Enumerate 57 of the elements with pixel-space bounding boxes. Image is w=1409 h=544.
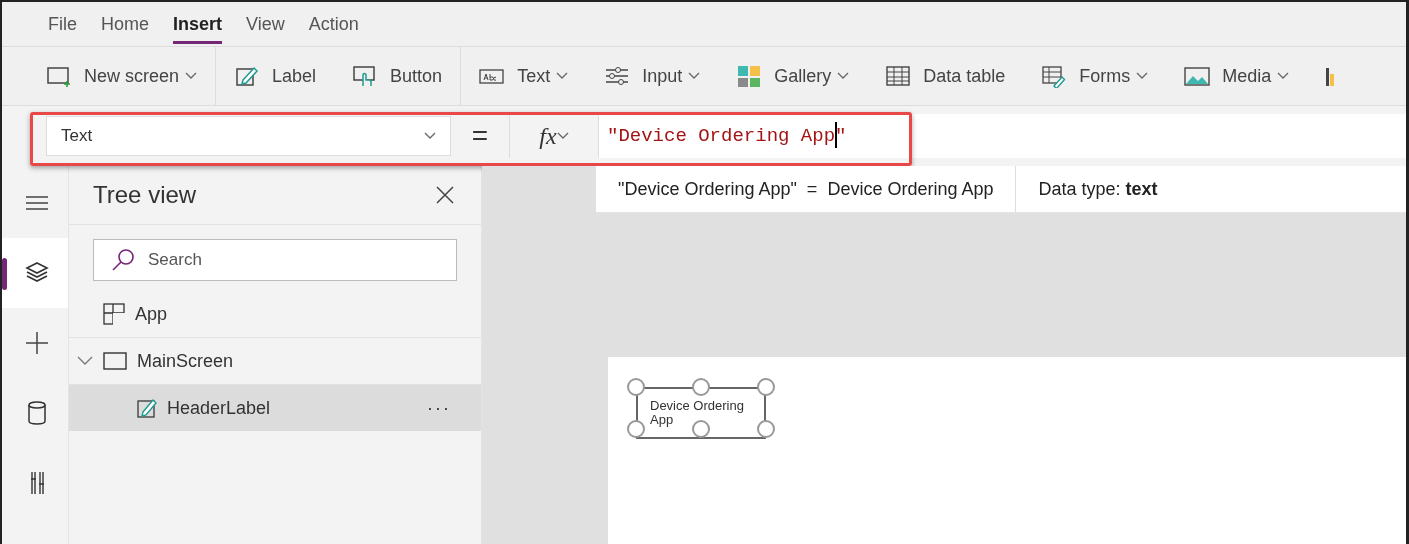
chevron-down-icon[interactable] <box>77 356 93 366</box>
form-edit-icon <box>1041 64 1068 88</box>
menu-tab[interactable]: File <box>48 14 77 44</box>
search-field[interactable]: Search <box>93 239 457 281</box>
pencil-icon <box>137 398 157 418</box>
menu-tab[interactable]: Action <box>308 14 359 44</box>
formula-result: "Device Ordering App" = Device Ordering App <box>596 166 1017 212</box>
app-layout-icon <box>103 303 125 325</box>
chevron-down-icon <box>688 72 701 80</box>
gallery-tiles-icon <box>736 64 763 88</box>
chevron-down-icon <box>1136 72 1149 80</box>
pane-title: Tree view <box>93 181 197 209</box>
resize-handle[interactable] <box>692 420 710 438</box>
tree-item[interactable]: App <box>69 291 481 338</box>
toolbar-button[interactable]: Forms <box>1023 55 1167 97</box>
table-icon <box>885 64 912 88</box>
tree-item-label: MainScreen <box>137 350 234 372</box>
toolbar-button[interactable]: Label <box>216 55 335 97</box>
label-text: Device Ordering App <box>650 399 745 427</box>
resize-handle[interactable] <box>757 420 775 438</box>
pencil-icon <box>234 64 261 88</box>
new-screen-icon <box>46 64 72 88</box>
resize-handle[interactable] <box>757 378 775 396</box>
menu-tab[interactable]: View <box>246 14 285 44</box>
toolbar-button[interactable]: Media <box>1166 55 1308 97</box>
resize-handle[interactable] <box>692 378 710 396</box>
toolbar-button[interactable]: New screen <box>28 55 216 97</box>
resize-handle[interactable] <box>627 378 645 396</box>
toolbar-button[interactable]: Input <box>586 55 719 97</box>
chevron-down-icon <box>185 72 198 80</box>
resize-handle[interactable] <box>627 420 645 438</box>
sliders-icon <box>604 64 631 88</box>
data-type-text: Data type: text <box>1037 178 1159 200</box>
toolbar-button[interactable]: Text <box>461 55 587 97</box>
chevron-down-icon <box>837 72 850 80</box>
tree-item-label: App <box>135 303 168 325</box>
more-options-button[interactable]: ··· <box>427 397 451 419</box>
search-icon <box>111 248 135 272</box>
property-dropdown[interactable]: Text <box>46 116 451 156</box>
fx-button[interactable]: fx <box>509 114 599 158</box>
toolbar-button[interactable]: Gallery <box>718 55 868 97</box>
tree-item-label: HeaderLabel <box>167 397 271 419</box>
screen-icon <box>103 352 127 370</box>
menu-tab[interactable]: Home <box>101 14 150 44</box>
chevron-down-icon <box>556 132 569 140</box>
menu-tab[interactable]: Insert <box>173 14 223 44</box>
toolbar-button[interactable]: Data table <box>867 55 1024 97</box>
tree-item[interactable]: HeaderLabel ··· <box>69 385 481 431</box>
image-icon <box>1184 64 1211 88</box>
chevron-down-icon <box>556 72 569 80</box>
close-icon[interactable] <box>435 185 455 205</box>
plus-icon[interactable] <box>24 330 50 356</box>
chevron-down-icon <box>1277 72 1290 80</box>
chevron-down-icon <box>424 132 436 140</box>
active-indicator <box>2 258 7 290</box>
toolbar-button[interactable]: Button <box>334 55 461 97</box>
equals-sign: = <box>470 120 490 152</box>
